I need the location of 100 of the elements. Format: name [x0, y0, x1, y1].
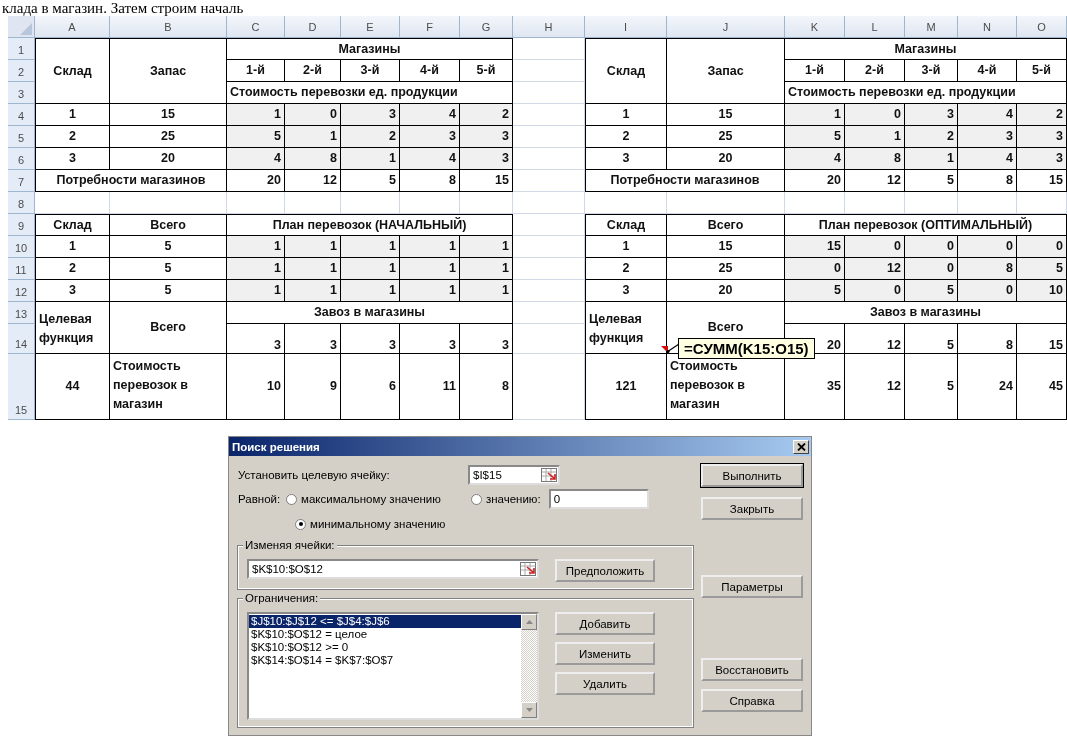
radio-option[interactable]: значению:	[470, 493, 541, 505]
radio-option[interactable]: максимальному значению	[286, 493, 441, 505]
table-cell: 4	[834, 151, 841, 166]
row-header[interactable]: 15	[8, 354, 35, 420]
group-label: Ограничения:	[243, 592, 321, 604]
table-cell: 5	[947, 173, 954, 188]
table-cell: 4	[274, 151, 281, 166]
row-header[interactable]: 9	[8, 214, 35, 236]
table-cell: 2	[947, 129, 954, 144]
row-header[interactable]: 6	[8, 148, 35, 170]
table-cell: 3-й	[360, 63, 380, 78]
column-header[interactable]: O	[1017, 16, 1067, 38]
constraint-button[interactable]: Удалить	[555, 672, 655, 695]
table-cell: 1	[502, 239, 509, 254]
column-header[interactable]: J	[667, 16, 785, 38]
constraint-button[interactable]: Добавить	[555, 612, 655, 635]
column-header[interactable]: K	[785, 16, 845, 38]
row-header[interactable]: 14	[8, 324, 35, 354]
table-cell: 25	[718, 129, 733, 144]
row-header[interactable]: 13	[8, 302, 35, 324]
table-cell: 3	[1006, 129, 1013, 144]
row-header[interactable]: 7	[8, 170, 35, 192]
target-cell-field[interactable]: $I$15	[468, 465, 560, 485]
table-cell: 5-й	[1032, 63, 1051, 78]
table-cell: 8	[1006, 173, 1013, 188]
column-header[interactable]: F	[400, 16, 460, 38]
table-cell: 1	[502, 283, 509, 298]
dialog-button[interactable]: Закрыть	[701, 497, 803, 520]
table-cell: 2	[389, 129, 396, 144]
guess-button[interactable]: Предположить	[555, 559, 655, 582]
table-cell: 8	[894, 151, 901, 166]
scroll-up-button[interactable]	[521, 614, 537, 630]
table-cell-text: Целевая функция	[39, 311, 95, 347]
table-cell: 3	[389, 107, 396, 122]
table-cell: 20	[827, 338, 841, 353]
table-cell: 35	[827, 379, 841, 394]
table-cell: 25	[161, 129, 175, 144]
constraint-item[interactable]: $K$10:$O$12 = целое	[249, 628, 521, 641]
constraint-item[interactable]: $K$14:$O$14 = $K$7:$O$7	[249, 654, 521, 667]
table-cell: 1	[274, 283, 281, 298]
table-cell: 3-й	[921, 63, 941, 78]
value-field[interactable]: 0	[548, 489, 649, 509]
column-header[interactable]: E	[341, 16, 400, 38]
table-cell: Склад	[53, 63, 92, 79]
table-cell: Всего	[707, 320, 744, 335]
close-button[interactable]	[793, 439, 809, 454]
column-header[interactable]: B	[110, 16, 227, 38]
column-header[interactable]: M	[905, 16, 958, 38]
row-header[interactable]: 2	[8, 60, 35, 82]
table-cell: 15	[718, 107, 733, 122]
row-header[interactable]: 10	[8, 236, 35, 258]
table-cell: 5	[1056, 261, 1063, 276]
table-cell: 1	[69, 239, 76, 254]
radio-option[interactable]: минимальному значению	[295, 518, 446, 530]
scroll-down-button[interactable]	[521, 702, 537, 718]
constraint-button[interactable]: Изменить	[555, 642, 655, 665]
table-cell: 15	[718, 239, 733, 254]
row-header[interactable]: 3	[8, 82, 35, 104]
table-cell: 3	[69, 151, 76, 166]
row-header[interactable]: 11	[8, 258, 35, 280]
constraint-item[interactable]: $J$10:$J$12 <= $J$4:$J$6	[249, 615, 521, 628]
dialog-button[interactable]: Восстановить	[701, 658, 803, 681]
table-cell: Всего	[707, 217, 744, 233]
column-header[interactable]: H	[513, 16, 585, 38]
cell-picker-icon	[541, 468, 557, 482]
column-header[interactable]: C	[227, 16, 285, 38]
row-header[interactable]: 8	[8, 192, 35, 214]
table-cell: 0	[834, 261, 841, 276]
table-cell: 5	[947, 283, 954, 298]
column-header[interactable]: G	[460, 16, 513, 38]
table-cell: 8	[1006, 261, 1013, 276]
dialog-button[interactable]: Параметры	[701, 575, 803, 598]
table-cell: 5	[947, 338, 954, 353]
table-cell: 8	[330, 151, 337, 166]
table-cell: 45	[1049, 379, 1063, 394]
row-header[interactable]: 5	[8, 126, 35, 148]
table-cell: 1	[330, 283, 337, 298]
empty-cell	[513, 192, 585, 214]
table-cell: 3	[1056, 151, 1063, 166]
triangle-down-icon	[525, 708, 533, 712]
column-header[interactable]: A	[35, 16, 110, 38]
changing-cells-field[interactable]: $K$10:$O$12	[247, 559, 539, 579]
row-header[interactable]: 1	[8, 38, 35, 60]
column-header[interactable]: D	[285, 16, 341, 38]
row-header[interactable]: 4	[8, 104, 35, 126]
dialog-button[interactable]: Справка	[701, 689, 803, 712]
table-cell: 12	[887, 173, 901, 188]
column-header[interactable]: N	[958, 16, 1017, 38]
table-cell: Запас	[149, 63, 187, 79]
close-icon	[796, 442, 806, 451]
scrollbar[interactable]	[521, 614, 537, 718]
table-cell: 121	[615, 379, 637, 394]
column-header[interactable]: I	[585, 16, 667, 38]
constraint-item[interactable]: $K$10:$O$12 >= 0	[249, 641, 521, 654]
column-header[interactable]: L	[845, 16, 905, 38]
row-header[interactable]: 12	[8, 280, 35, 302]
table-cell: 3	[622, 151, 630, 166]
dialog-button[interactable]: Выполнить	[701, 464, 803, 487]
table-cell: 6	[389, 379, 396, 394]
equal-to-label: Равной:	[238, 493, 282, 505]
